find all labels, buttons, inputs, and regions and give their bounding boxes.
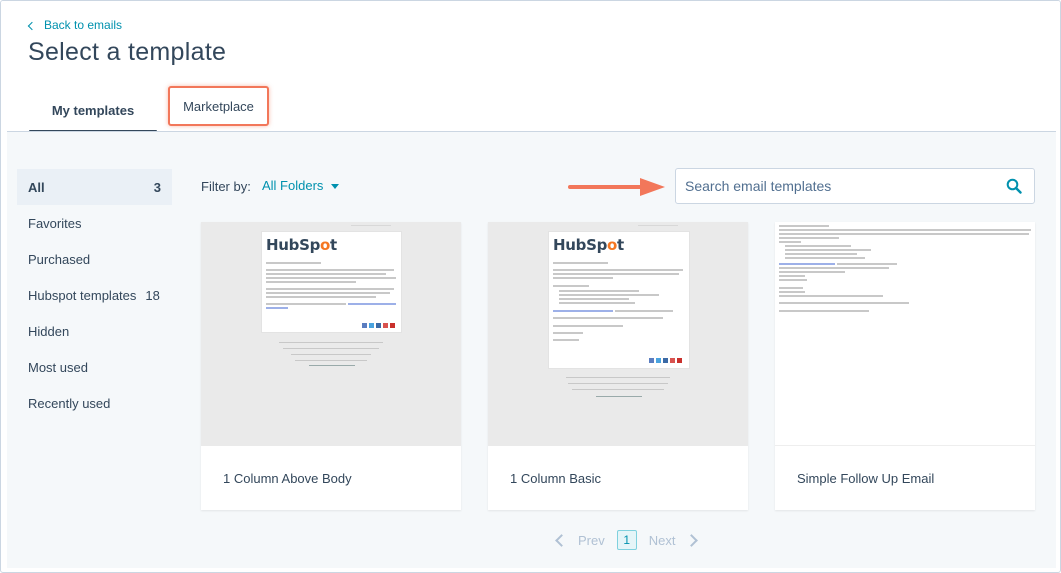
sidebar-item-most-used[interactable]: Most used: [17, 349, 172, 385]
sidebar-item-label: Purchased: [28, 251, 91, 267]
template-card-simple-follow-up-email[interactable]: Simple Follow Up Email: [775, 222, 1035, 510]
template-thumbnail: HubSpot: [201, 222, 461, 446]
caret-down-icon: [331, 183, 340, 189]
sidebar-item-hubspot-templates[interactable]: Hubspot templates 18: [17, 277, 172, 313]
sidebar-item-count: 3: [153, 179, 161, 195]
hubspot-logo: HubSpot: [266, 236, 337, 254]
pagination-page-current[interactable]: 1: [616, 530, 637, 550]
sidebar-item-label: All: [28, 179, 45, 195]
sidebar-item-label: Recently used: [28, 395, 111, 411]
sidebar-item-label: Hubspot templates: [28, 287, 137, 303]
search-box: [675, 168, 1035, 204]
tab-marketplace[interactable]: Marketplace: [168, 86, 269, 126]
sidebar-item-label: Hidden: [28, 323, 70, 339]
pagination-prev[interactable]: Prev: [578, 533, 605, 548]
pagination: Prev 1 Next: [551, 529, 702, 551]
chevron-left-icon: [27, 21, 37, 30]
pagination-next[interactable]: Next: [649, 533, 676, 548]
template-card-label: Simple Follow Up Email: [797, 471, 935, 486]
chevron-left-icon[interactable]: [555, 533, 568, 547]
sidebar-item-all[interactable]: All 3: [17, 169, 172, 205]
sidebar-item-favorites[interactable]: Favorites: [17, 205, 172, 241]
hubspot-logo: HubSpot: [553, 236, 624, 254]
folder-sidebar: All 3 Favorites Purchased Hubspot templa…: [17, 169, 172, 421]
page-header: Back to emails Select a template My temp…: [1, 1, 1060, 134]
sidebar-item-purchased[interactable]: Purchased: [17, 241, 172, 277]
template-card-label: 1 Column Basic: [510, 471, 602, 486]
template-thumbnail: HubSpot: [488, 222, 748, 446]
back-to-emails-link[interactable]: Back to emails: [27, 18, 123, 32]
sidebar-item-count: 18: [145, 287, 160, 303]
template-card-1-column-basic[interactable]: HubSpot 1 Column Basic: [488, 222, 748, 510]
search-input[interactable]: [676, 169, 996, 203]
template-card-1-column-above-body[interactable]: HubSpot 1 Column Above Body: [201, 222, 461, 510]
tab-my-templates[interactable]: My templates: [29, 89, 157, 134]
filter-label: Filter by:: [201, 179, 251, 194]
app-window: Back to emails Select a template My temp…: [0, 0, 1061, 573]
template-card-label: 1 Column Above Body: [223, 471, 352, 486]
sidebar-item-label: Most used: [28, 359, 88, 375]
folder-filter-value: All Folders: [262, 178, 324, 193]
page-title: Select a template: [28, 38, 227, 66]
back-link-label: Back to emails: [44, 18, 123, 32]
template-thumbnail: [775, 222, 1035, 446]
sidebar-item-label: Favorites: [28, 215, 82, 231]
tab-bar: My templates Marketplace: [1, 86, 1060, 134]
sidebar-item-hidden[interactable]: Hidden: [17, 313, 172, 349]
search-icon[interactable]: [1006, 178, 1022, 194]
annotation-arrow-icon: [568, 178, 665, 196]
folder-filter-dropdown[interactable]: All Folders: [262, 178, 340, 193]
chevron-right-icon[interactable]: [685, 533, 699, 547]
sidebar-item-recently-used[interactable]: Recently used: [17, 385, 172, 421]
